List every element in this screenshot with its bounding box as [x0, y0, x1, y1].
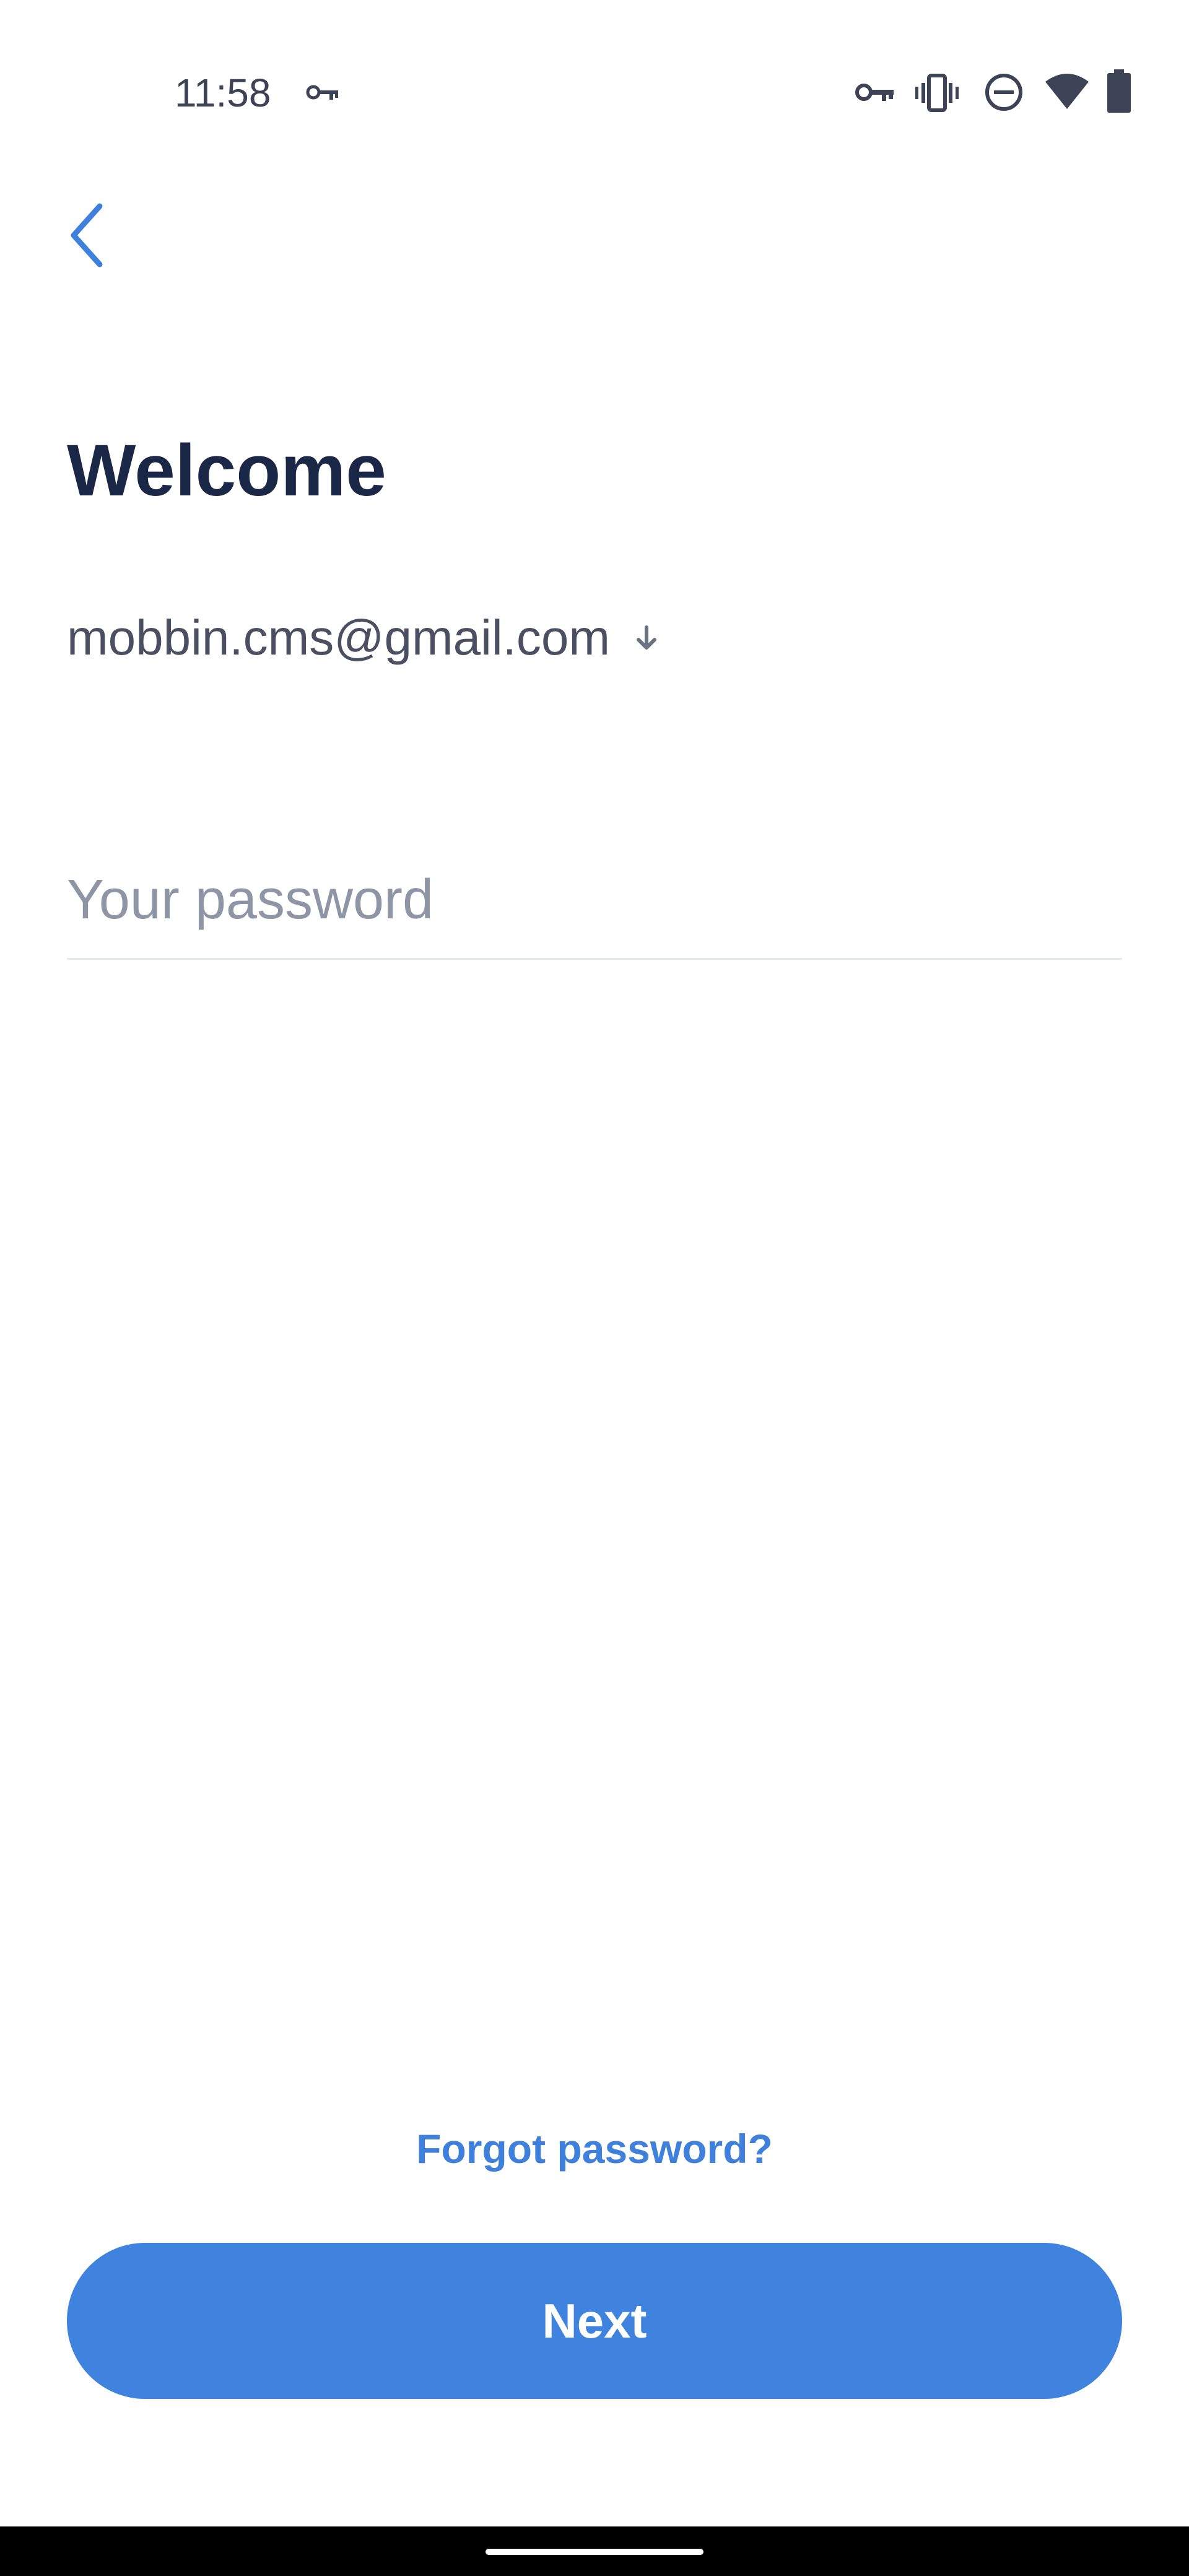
do-not-disturb-icon [985, 74, 1022, 111]
page-title: Welcome [67, 430, 386, 511]
account-email: mobbin.cms@gmail.com [67, 610, 610, 665]
status-time: 11:58 [175, 71, 271, 115]
vpn-key-icon [855, 84, 894, 101]
account-selector[interactable]: mobbin.cms@gmail.com [67, 607, 661, 669]
vpn-key-icon [306, 85, 338, 100]
forgot-password-link[interactable]: Forgot password? [0, 2118, 1189, 2180]
back-button[interactable] [50, 186, 124, 285]
home-handle[interactable] [486, 2549, 703, 2555]
battery-icon [1107, 69, 1131, 113]
password-input[interactable] [67, 842, 1122, 960]
next-button[interactable]: Next [67, 2243, 1122, 2399]
vibrate-icon [915, 74, 959, 112]
chevron-left-icon [71, 203, 103, 268]
wifi-icon [1045, 74, 1089, 109]
arrow-down-icon [637, 625, 656, 650]
status-bar: 11:58 [0, 0, 1189, 180]
